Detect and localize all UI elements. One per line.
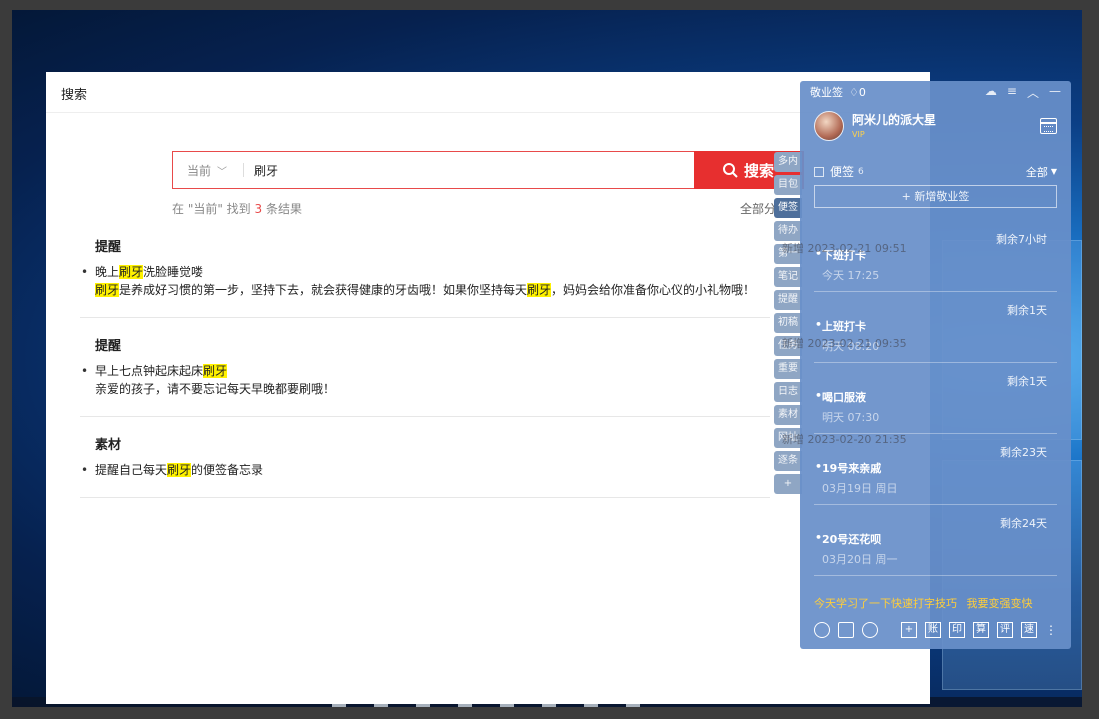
widget-toolbar: + 账 印 算 评 速 ⋮ (814, 622, 1057, 638)
result-item[interactable]: 提醒 晚上刷牙洗脸睡觉喽 刷牙是养成好习惯的第一步，坚持下去，就会获得健康的牙齿… (80, 236, 770, 318)
tip-text: 今天学习了一下快速打字技巧 (814, 597, 957, 610)
notes-list: 剩余7小时 下班打卡 今天 17:25 剩余1天 上班打卡 明天 08:20 剩… (800, 221, 1071, 576)
note-title: 下班打卡 (815, 247, 866, 263)
widget-titlebar: 敬业签 ♢ 0 ☁ ≡ ︿ — (800, 81, 1071, 103)
result-count-suffix: 条结果 (262, 202, 302, 216)
search-icon[interactable] (862, 622, 878, 638)
result-count-number: 3 (254, 202, 263, 216)
note-title: 上班打卡 (815, 318, 866, 334)
user-profile[interactable]: 阿米儿的派大星 VIP (814, 111, 936, 141)
section-title: 便签 (830, 165, 855, 179)
checklist-icon[interactable] (838, 622, 854, 638)
highlight: 刷牙 (95, 283, 120, 297)
highlight: 刷牙 (203, 364, 228, 378)
tab-category[interactable]: 提醒 (774, 290, 802, 310)
section-header: 便签 6 全部 ▼ (814, 163, 1057, 180)
notes-widget: 敬业签 ♢ 0 ☁ ≡ ︿ — 阿米儿的派大星 VIP 便签 6 全部 ▼ + … (800, 81, 1071, 649)
note-time: 03月19日 周日 (822, 482, 898, 495)
search-button-label: 搜索 (744, 161, 775, 180)
bell-count: 0 (858, 85, 866, 99)
result-snippet: 刷牙是养成好习惯的第一步，坚持下去，就会获得健康的牙齿哦！如果你坚持每天刷牙，妈… (95, 283, 756, 297)
more-icon[interactable]: ⋮ (1045, 623, 1057, 637)
note-time: 明天 08:20 (822, 340, 880, 353)
result-snippet: 亲爱的孩子，请不要忘记每天早晚都要刷哦！ (95, 382, 336, 396)
note-remaining: 剩余1天 (1007, 304, 1047, 317)
tab-category[interactable]: 任务 (774, 336, 802, 356)
highlight: 刷牙 (527, 283, 552, 297)
username: 阿米儿的派大星 (852, 113, 937, 127)
result-count-prefix: 在 "当前" 找到 (172, 202, 255, 216)
note-item[interactable]: 剩余7小时 下班打卡 今天 17:25 (814, 221, 1057, 292)
vip-badge: VIP (852, 130, 865, 139)
chevron-down-icon: ﹀ (217, 166, 228, 178)
tab-category[interactable]: 笔记 (774, 267, 802, 287)
tab-category[interactable]: 网址 (774, 428, 802, 448)
tab-category[interactable]: 多内 (774, 152, 802, 172)
search-icon (723, 163, 738, 178)
tab-category[interactable]: 待办 (774, 221, 802, 241)
note-title: 19号来亲戚 (815, 460, 881, 476)
note-remaining: 剩余24天 (1000, 517, 1047, 530)
avatar[interactable] (814, 111, 844, 141)
tip-bar: 今天学习了一下快速打字技巧 我要变强变快 (814, 595, 1033, 611)
note-remaining: 剩余23天 (1000, 446, 1047, 459)
result-category: 素材 (95, 438, 122, 453)
print-icon[interactable]: 印 (949, 622, 965, 638)
result-title: 晚上刷牙洗脸睡觉喽 (80, 263, 770, 281)
result-category: 提醒 (95, 339, 122, 354)
note-remaining: 剩余1天 (1007, 375, 1047, 388)
tab-category[interactable]: 便签 (774, 198, 802, 218)
highlight: 刷牙 (167, 463, 192, 477)
section-count: 6 (858, 166, 864, 177)
note-item[interactable]: 剩余1天 喝口服液 明天 07:30 (814, 363, 1057, 434)
result-count: 在 "当前" 找到 3 条结果 (172, 200, 302, 217)
result-title: 提醒自己每天刷牙的便签备忘录 (80, 461, 770, 479)
review-icon[interactable]: 评 (997, 622, 1013, 638)
tab-category[interactable]: 日志 (774, 382, 802, 402)
note-item[interactable]: 剩余1天 上班打卡 明天 08:20 (814, 292, 1057, 363)
calendar-icon[interactable] (1040, 118, 1057, 134)
highlight: 刷牙 (119, 265, 144, 279)
menu-icon[interactable]: ≡ (1007, 84, 1017, 101)
result-category: 提醒 (95, 240, 122, 255)
note-title: 20号还花呗 (815, 531, 881, 547)
result-item[interactable]: 提醒 早上七点钟起床起床刷牙 亲爱的孩子，请不要忘记每天早晚都要刷哦！ (80, 335, 770, 417)
scope-label: 当前 (187, 163, 212, 178)
note-time: 明天 07:30 (822, 411, 880, 424)
tab-category[interactable]: 重要 (774, 359, 802, 379)
divider (243, 163, 244, 177)
add-box-icon[interactable]: + (901, 622, 917, 638)
tab-category[interactable]: 逐条 (774, 451, 802, 471)
note-remaining: 剩余7小时 (996, 233, 1047, 246)
caret-down-icon: ▼ (1050, 167, 1057, 176)
minimize-icon[interactable]: — (1049, 84, 1061, 101)
app-name: 敬业签 (810, 86, 843, 99)
result-item[interactable]: 素材 提醒自己每天刷牙的便签备忘录 (80, 434, 770, 498)
quick-icon[interactable]: 速 (1021, 622, 1037, 638)
note-time: 今天 17:25 (822, 269, 880, 282)
add-note-button[interactable]: + 新增敬业签 (814, 185, 1057, 208)
clock-icon[interactable] (814, 622, 830, 638)
note-item[interactable]: 剩余23天 19号来亲戚 03月19日 周日 (814, 434, 1057, 505)
result-title: 早上七点钟起床起床刷牙 (80, 362, 770, 380)
collapse-icon[interactable]: ︿ (1027, 84, 1039, 101)
scope-dropdown[interactable]: 当前 ﹀ (173, 162, 239, 179)
note-item[interactable]: 剩余24天 20号还花呗 03月20日 周一 (814, 505, 1057, 576)
bell-icon[interactable]: ♢ (849, 86, 859, 99)
tab-category[interactable]: 目包 (774, 175, 802, 195)
add-tab-button[interactable]: + (774, 474, 802, 494)
tab-category[interactable]: 第一 (774, 244, 802, 264)
cloud-icon[interactable]: ☁ (985, 84, 997, 101)
note-title: 喝口服液 (815, 389, 866, 405)
filter-dropdown[interactable]: 全部 (1026, 164, 1048, 180)
ledger-icon[interactable]: 账 (925, 622, 941, 638)
calculator-icon[interactable]: 算 (973, 622, 989, 638)
select-all-checkbox[interactable] (814, 166, 824, 177)
note-time: 03月20日 周一 (822, 553, 898, 566)
tab-category[interactable]: 初稿 (774, 313, 802, 333)
tab-category[interactable]: 素材 (774, 405, 802, 425)
window-title: 搜索 (46, 72, 930, 113)
results-list: 提醒 晚上刷牙洗脸睡觉喽 刷牙是养成好习惯的第一步，坚持下去，就会获得健康的牙齿… (80, 236, 770, 515)
tip-link[interactable]: 我要变强变快 (967, 597, 1033, 610)
